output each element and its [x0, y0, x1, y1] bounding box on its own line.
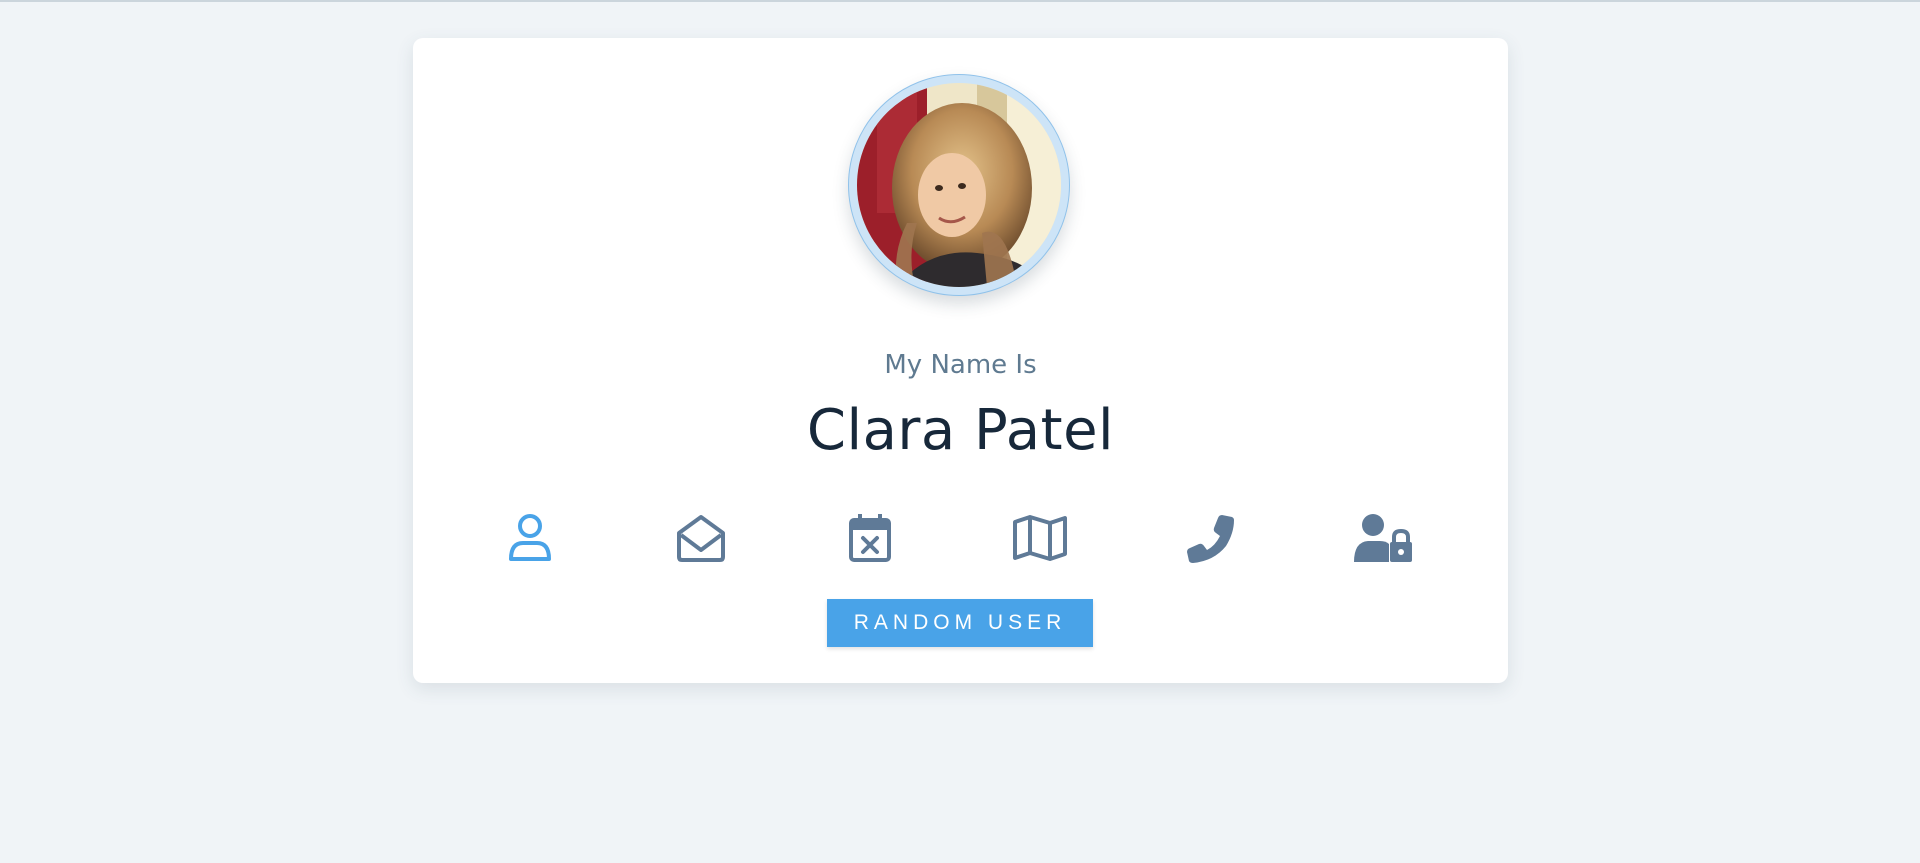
- avatar: [857, 83, 1061, 287]
- top-border: [0, 0, 1920, 2]
- user-icon[interactable]: [495, 503, 565, 573]
- calendar-x-icon[interactable]: [835, 503, 905, 573]
- map-icon[interactable]: [1005, 503, 1075, 573]
- random-user-button[interactable]: RANDOM USER: [827, 599, 1093, 647]
- user-lock-icon[interactable]: [1348, 503, 1418, 573]
- user-name: Clara Patel: [806, 398, 1115, 463]
- avatar-photo: [857, 83, 1061, 287]
- name-caption: My Name Is: [884, 350, 1037, 380]
- envelope-open-icon[interactable]: [666, 503, 736, 573]
- avatar-frame: [848, 74, 1070, 296]
- info-tabs: [413, 503, 1508, 573]
- profile-card: My Name Is Clara Patel RANDOM USER: [413, 38, 1508, 683]
- phone-icon[interactable]: [1176, 503, 1246, 573]
